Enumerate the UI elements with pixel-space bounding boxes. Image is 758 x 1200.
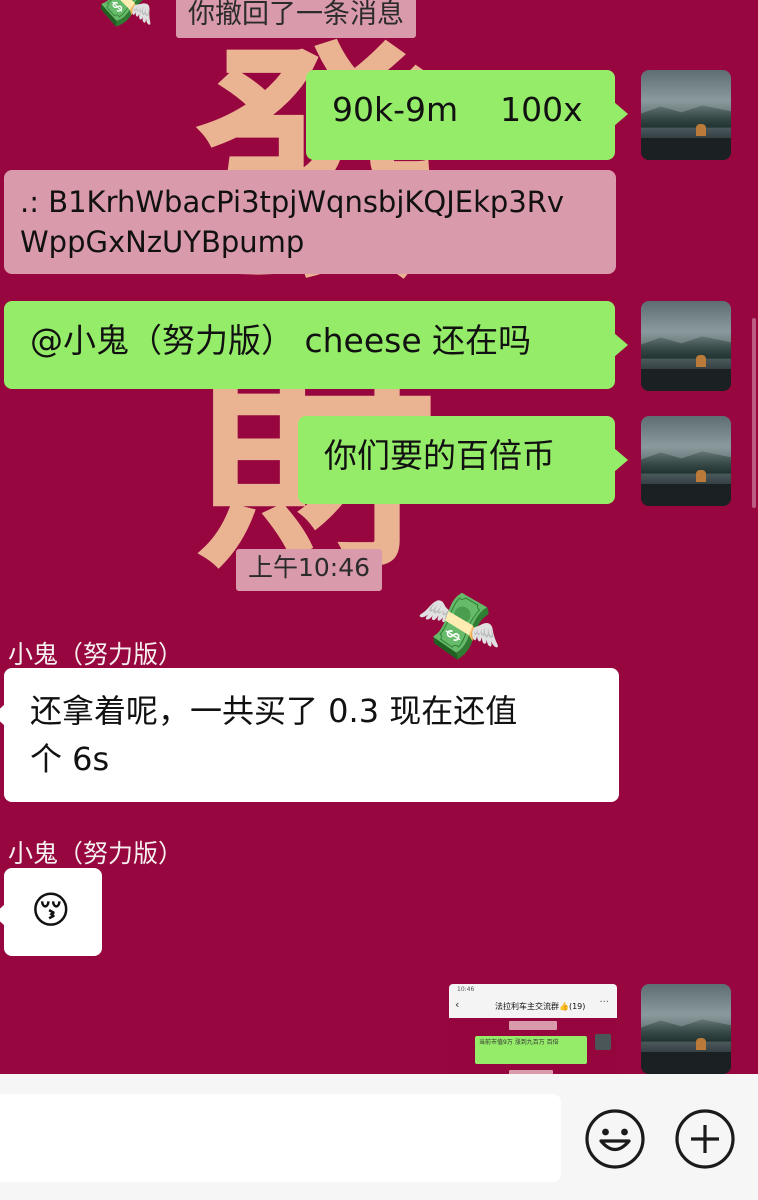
message-line-2: 个 6s [30,740,110,778]
message-bubble-incoming[interactable]: 还拿着呢，一共买了 0.3 现在还值 个 6s [0,668,619,802]
preview-system-tag [509,1021,557,1030]
message-bubble-address[interactable]: .: B1KrhWbacPi3tpjWqnsbjKQJEkp3Rv WppGxN… [4,170,616,274]
message-input[interactable] [0,1094,561,1182]
address-line-2: WppGxNzUYBpump [20,225,305,259]
preview-more-icon: ··· [599,997,609,1008]
message-line-1: 还拿着呢，一共买了 0.3 现在还值 [30,692,518,730]
preview-top-bar: 10:46 ‹ 法拉利车主交流群👍(19) ··· [449,984,617,1018]
message-bubble-outgoing[interactable]: @小鬼（努力版） cheese 还在吗 [4,301,628,389]
preview-back-icon: ‹ [455,998,460,1011]
avatar[interactable] [641,70,731,160]
sender-name: 小鬼（努力版） [8,640,184,669]
preview-bubble: 当前市值9万 涨到九百万 百倍 [475,1036,587,1064]
smiley-face-icon[interactable] [584,1108,646,1170]
recall-notice: 你撤回了一条消息 [176,0,416,38]
scrollbar[interactable] [752,318,756,508]
message-bubble-outgoing[interactable]: 90k-9m 100x [306,70,628,160]
avatar[interactable] [641,984,731,1074]
avatar[interactable] [641,416,731,506]
money-with-wings-icon: 💸 [412,581,505,672]
timestamp: 上午10:46 [236,549,383,591]
plus-circle-icon[interactable] [674,1108,736,1170]
preview-chat-title: 法拉利车主交流群👍(19) [495,1002,586,1011]
sender-name: 小鬼（努力版） [8,839,184,868]
input-bar [0,1074,758,1200]
address-line-1: .: B1KrhWbacPi3tpjWqnsbjKQJEkp3Rv [20,185,565,219]
preview-status-time: 10:46 [457,986,475,993]
preview-avatar [595,1034,611,1050]
message-bubble-emoji[interactable]: 😚 [0,868,102,956]
message-bubble-outgoing[interactable]: 你们要的百倍币 [298,416,628,504]
money-with-wings-icon: 💸 [92,0,155,30]
avatar[interactable] [641,301,731,391]
